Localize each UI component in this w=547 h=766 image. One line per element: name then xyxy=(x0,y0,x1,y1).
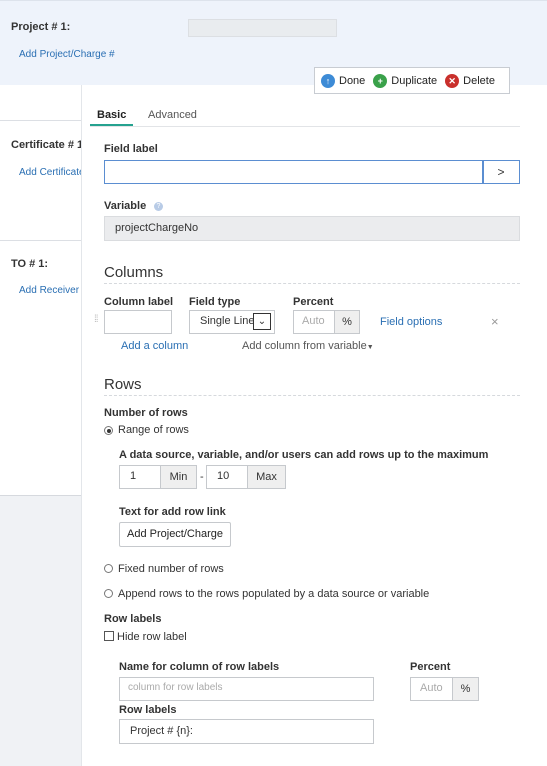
fixed-option-label: Fixed number of rows xyxy=(118,563,224,575)
append-option-label: Append rows to the rows populated by a d… xyxy=(118,588,430,600)
project-field[interactable] xyxy=(188,19,337,37)
row-labels-percent-input[interactable]: Auto xyxy=(410,677,453,701)
row-labels-percent-unit: % xyxy=(452,677,479,701)
caret-down-icon: ▼ xyxy=(366,344,374,351)
arrow-up-icon: ↑ xyxy=(321,73,335,88)
done-label: Done xyxy=(339,74,366,87)
max-label: Max xyxy=(247,465,286,489)
range-radio[interactable] xyxy=(104,426,113,435)
row-labels-label: Row labels xyxy=(119,704,177,716)
add-column-from-variable-label: Add column from variable xyxy=(242,340,367,352)
divider xyxy=(0,240,81,241)
add-column-from-variable-link[interactable]: Add column from variable▼ xyxy=(242,340,374,352)
to-label: TO # 1: xyxy=(11,258,49,270)
delete-button[interactable]: ✕ Delete xyxy=(445,73,495,88)
fixed-rows-radio[interactable] xyxy=(104,564,113,573)
divider xyxy=(104,395,520,396)
min-rows-input[interactable]: 1 xyxy=(119,465,161,489)
field-type-header: Field type xyxy=(189,296,241,308)
close-icon: ✕ xyxy=(445,73,460,88)
add-row-link-text-input[interactable]: Add Project/Charge xyxy=(119,522,231,547)
add-certificate-link[interactable]: Add Certificate xyxy=(19,167,85,178)
drag-handle-icon[interactable]: ⁞⁞ xyxy=(94,315,100,330)
percent-unit: % xyxy=(334,310,360,334)
name-col-input[interactable]: column for row labels xyxy=(119,677,374,701)
percent-header: Percent xyxy=(293,296,334,308)
column-label-input[interactable] xyxy=(104,310,172,334)
chevron-down-icon[interactable]: ⌄ xyxy=(253,313,271,330)
done-button[interactable]: ↑ Done xyxy=(321,73,366,88)
row-labels-input[interactable]: Project # {n}: xyxy=(119,719,374,744)
field-label-go-button[interactable]: > xyxy=(482,160,520,184)
range-option-label: Range of rows xyxy=(118,424,189,436)
divider xyxy=(104,283,520,284)
field-label-heading: Field label xyxy=(104,143,158,155)
add-project-link[interactable]: Add Project/Charge # xyxy=(19,49,115,60)
row-labels-percent-label: Percent xyxy=(410,661,451,673)
add-row-link-text-label: Text for add row link xyxy=(119,506,226,518)
help-icon[interactable]: ? xyxy=(154,202,163,211)
hide-row-label-text: Hide row label xyxy=(117,631,187,643)
field-label-input[interactable] xyxy=(104,160,484,184)
remove-column-icon[interactable]: × xyxy=(491,314,499,329)
field-toolbar: ↑ Done + Duplicate ✕ Delete xyxy=(314,67,510,94)
hide-row-label-checkbox[interactable] xyxy=(104,631,114,641)
range-description: A data source, variable, and/or users ca… xyxy=(119,449,489,461)
add-receiver-link[interactable]: Add Receiver xyxy=(19,285,79,296)
delete-label: Delete xyxy=(463,74,495,87)
field-editor-panel: Basic Advanced Field label > Variable ? … xyxy=(81,85,547,766)
percent-input[interactable]: Auto xyxy=(293,310,335,334)
columns-heading: Columns xyxy=(104,264,164,281)
certificate-label: Certificate # 1 xyxy=(11,139,84,151)
duplicate-label: Duplicate xyxy=(391,74,438,87)
number-of-rows-label: Number of rows xyxy=(104,407,188,419)
duplicate-button[interactable]: + Duplicate xyxy=(373,73,438,88)
row-labels-heading: Row labels xyxy=(104,613,162,625)
column-label-header: Column label xyxy=(104,296,174,308)
tab-basic[interactable]: Basic xyxy=(97,109,126,121)
min-label: Min xyxy=(160,465,197,489)
range-dash: - xyxy=(200,471,204,483)
tab-divider xyxy=(90,126,520,127)
name-col-label: Name for column of row labels xyxy=(119,661,280,673)
append-rows-radio[interactable] xyxy=(104,589,113,598)
field-options-link[interactable]: Field options xyxy=(380,316,442,328)
rows-heading: Rows xyxy=(104,376,142,393)
add-column-link[interactable]: Add a column xyxy=(121,340,188,352)
divider xyxy=(0,120,81,121)
plus-icon: + xyxy=(373,73,388,88)
variable-heading: Variable xyxy=(104,200,147,212)
variable-value: projectChargeNo xyxy=(104,216,520,241)
project-label: Project # 1: xyxy=(11,21,71,33)
tab-advanced[interactable]: Advanced xyxy=(148,109,197,121)
max-rows-input[interactable]: 10 xyxy=(206,465,248,489)
